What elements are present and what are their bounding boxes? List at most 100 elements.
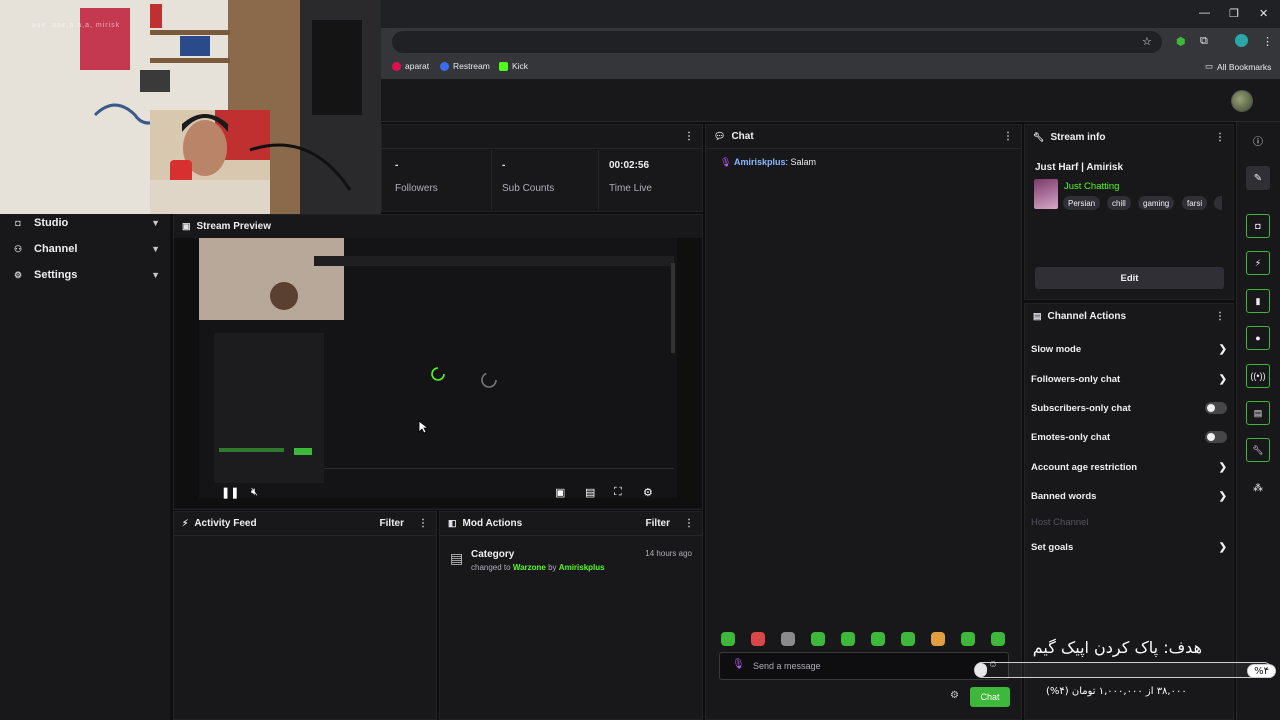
mod-action-category[interactable]: Warzone: [513, 563, 546, 572]
wrench-icon: 🔧︎: [1033, 131, 1045, 142]
user-avatar[interactable]: [1231, 90, 1253, 112]
mute-icon[interactable]: 🔇︎: [251, 486, 258, 499]
emote-icon[interactable]: [931, 632, 945, 646]
more-options-icon[interactable]: ⋮: [418, 518, 428, 529]
emotes-only-toggle[interactable]: [1205, 431, 1227, 443]
action-label: Emotes-only chat: [1031, 431, 1111, 443]
pause-icon[interactable]: ❚❚: [221, 486, 239, 499]
more-options-icon[interactable]: ⋮: [1215, 132, 1225, 143]
panel-title: Activity Feed: [194, 518, 257, 529]
filter-button[interactable]: Filter: [380, 518, 404, 529]
browser-menu-icon[interactable]: ⋮: [1262, 35, 1273, 48]
minimize-icon[interactable]: —: [1199, 7, 1210, 19]
action-set-goals[interactable]: Set goals ❯: [1031, 539, 1227, 555]
server-icon[interactable]: ▤: [1246, 401, 1270, 425]
stat-sub-counts: - Sub Counts: [492, 150, 599, 210]
mod-action-by: by: [548, 563, 557, 572]
picture-in-picture-icon[interactable]: ▣: [555, 486, 565, 499]
bookmark-label: Restream: [453, 61, 490, 71]
chat-header: 💬︎ Chat ⋮: [706, 125, 1021, 149]
mod-action-user[interactable]: Amiriskplus: [559, 563, 605, 572]
action-banned-words[interactable]: Banned words ❯: [1031, 488, 1227, 504]
gear-icon: ⚙: [13, 269, 23, 280]
edit-button[interactable]: Edit: [1035, 267, 1224, 289]
emote-icon[interactable]: [961, 632, 975, 646]
restore-icon[interactable]: ❐: [1229, 7, 1239, 20]
kick-icon: [499, 61, 508, 71]
more-options-icon[interactable]: ⋮: [1003, 131, 1013, 142]
gear-icon[interactable]: ⚙: [643, 486, 653, 499]
goal-progress-bar: [974, 662, 1272, 678]
folder-icon: ▭: [1205, 61, 1214, 71]
emote-icon[interactable]: [991, 632, 1005, 646]
wrench-icon[interactable]: 🔧︎: [1246, 438, 1270, 462]
all-bookmarks[interactable]: ▭ All Bookmarks: [1205, 61, 1271, 72]
star-icon[interactable]: ☆: [1142, 35, 1152, 48]
panel-title: Chat: [731, 131, 754, 142]
activity-feed-header: ⚡︎ Activity Feed Filter ⋮: [174, 512, 436, 536]
stream-preview-video[interactable]: [174, 238, 702, 508]
goal-amount: ۳۸,۰۰۰ از ۱,۰۰۰,۰۰۰ تومان (۴%): [1046, 686, 1187, 697]
emote-icon[interactable]: [841, 632, 855, 646]
microphone-icon: 🎙︎: [732, 659, 745, 670]
action-account-age-restriction[interactable]: Account age restriction ❯: [1031, 459, 1227, 475]
action-followers-only-chat[interactable]: Followers-only chat ❯: [1031, 371, 1227, 387]
extensions-puzzle-icon[interactable]: ⧉: [1200, 35, 1208, 48]
preview-frame: [199, 238, 677, 498]
apps-icon[interactable]: ⁂: [1246, 476, 1270, 500]
profile-avatar-icon[interactable]: [1235, 34, 1248, 47]
channel-icon: ⚇: [13, 243, 23, 254]
emote-icon[interactable]: [901, 632, 915, 646]
document-icon[interactable]: ▮: [1246, 289, 1270, 313]
stat-label: Sub Counts: [502, 183, 555, 194]
close-icon[interactable]: ✕: [1259, 7, 1268, 20]
theatre-mode-icon[interactable]: ▤: [585, 486, 595, 499]
focus-mode-icon[interactable]: ◘: [1246, 214, 1270, 238]
emote-icon[interactable]: [871, 632, 885, 646]
address-bar[interactable]: [392, 31, 1162, 53]
action-label: Host Channel: [1031, 516, 1089, 528]
chat-send-button[interactable]: Chat: [970, 687, 1010, 707]
all-bookmarks-label: All Bookmarks: [1217, 61, 1272, 72]
channel-actions-header: ▤ Channel Actions ⋮: [1025, 304, 1233, 328]
bookmark-kick[interactable]: Kick: [499, 61, 528, 71]
mod-actions-panel: ◧ Mod Actions Filter ⋮ ▤ Category change…: [439, 511, 703, 720]
chat-input[interactable]: 🎙︎ Send a message ☺: [719, 652, 1009, 680]
emote-icon[interactable]: [811, 632, 825, 646]
bookmark-restream[interactable]: Restream: [440, 61, 490, 71]
panel-title: Stream info: [1050, 131, 1106, 143]
preview-webcam-thumbnail: [199, 238, 344, 320]
stream-tag: chill: [1107, 196, 1131, 210]
filter-button[interactable]: Filter: [646, 518, 670, 529]
stat-label: Time Live: [609, 183, 652, 194]
stream-preview-header: ▣ Stream Preview: [174, 215, 702, 239]
lightning-icon[interactable]: ⚡︎: [1246, 251, 1270, 275]
chat-message: 🎙︎ Amiriskplus: Salam: [720, 157, 816, 168]
action-slow-mode[interactable]: Slow mode ❯: [1031, 341, 1227, 357]
more-options-icon[interactable]: ⋮: [684, 131, 694, 142]
subscribers-only-toggle[interactable]: [1205, 402, 1227, 414]
stat-value: 00:02:56: [609, 160, 650, 171]
chat-bubble-icon[interactable]: ●: [1246, 326, 1270, 350]
sidebar-item-label: Studio: [34, 217, 69, 229]
more-options-icon[interactable]: ⋮: [1215, 311, 1225, 322]
stream-category[interactable]: Just Chatting: [1064, 181, 1119, 192]
chat-username[interactable]: Amiriskplus: [734, 157, 786, 167]
emote-icon[interactable]: [751, 632, 765, 646]
sidebar-item-channel[interactable]: ⚇ Channel ▼: [12, 240, 160, 258]
fullscreen-icon[interactable]: ⛶: [614, 486, 622, 499]
sidebar-item-studio[interactable]: ◘ Studio ▼: [12, 214, 160, 232]
info-icon[interactable]: ⓘ: [1246, 128, 1270, 152]
bookmark-aparat[interactable]: aparat: [392, 61, 429, 71]
pencil-icon[interactable]: ✎: [1246, 166, 1270, 190]
webcam-overlay: ase ,ase,a,a,a, mirisk: [0, 0, 381, 214]
category-icon: ▤: [450, 550, 464, 566]
extension-shield-icon[interactable]: ⬢: [1176, 35, 1186, 48]
gear-icon[interactable]: ⚙: [950, 690, 959, 701]
emote-icon[interactable]: [721, 632, 735, 646]
broadcast-icon[interactable]: ((•)): [1246, 364, 1270, 388]
sidebar-item-settings[interactable]: ⚙ Settings ▼: [12, 266, 160, 284]
more-options-icon[interactable]: ⋮: [684, 518, 694, 529]
emote-icon[interactable]: [781, 632, 795, 646]
chat-panel: 💬︎ Chat ⋮: [705, 124, 1022, 720]
